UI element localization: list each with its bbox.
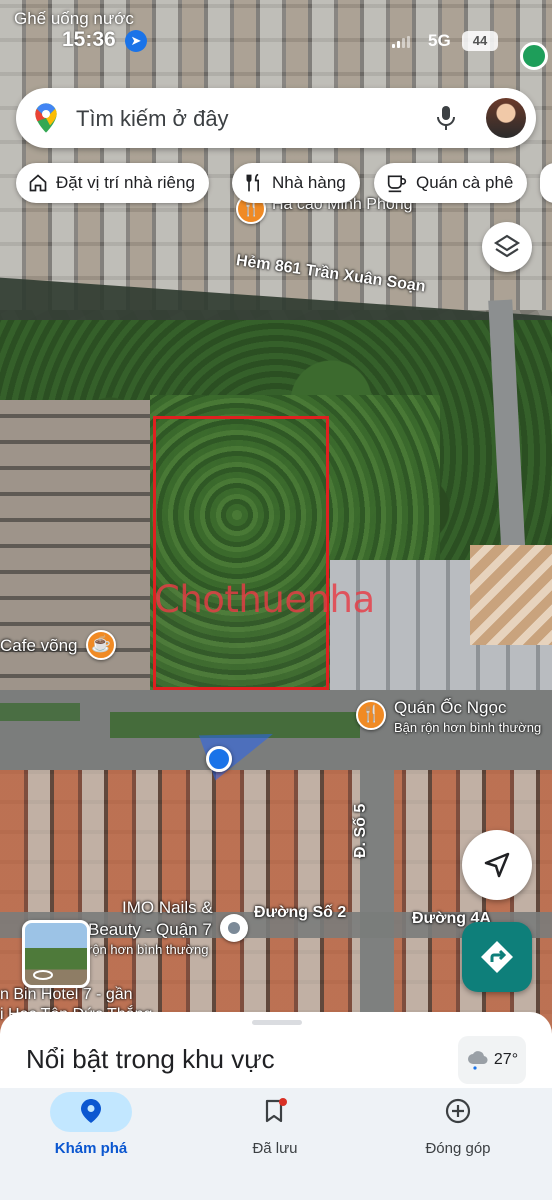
navigation-arrow-icon	[484, 852, 510, 878]
nav-explore-label: Khám phá	[54, 1140, 128, 1157]
my-location-button[interactable]	[462, 830, 532, 900]
bookmark-icon	[265, 1098, 287, 1123]
poi-green-dot-icon[interactable]	[520, 42, 548, 70]
pin-icon	[81, 1099, 101, 1123]
search-bar[interactable]: Tìm kiếm ở đây	[16, 88, 536, 148]
fork-knife-icon	[246, 173, 259, 192]
chip-label: Nhà hàng	[272, 173, 346, 192]
my-location-dot	[206, 746, 232, 772]
nav-saved-label: Đã lưu	[252, 1140, 298, 1157]
status-time: 15:36	[62, 28, 116, 51]
nails-label-line1[interactable]: IMO Nails &	[122, 898, 213, 918]
marked-lot-outline	[153, 416, 329, 690]
weather-chip[interactable]: 27°	[458, 1036, 526, 1084]
directions-icon	[481, 941, 513, 973]
nails-pin-icon[interactable]	[220, 914, 248, 942]
weather-temp: 27°	[493, 1051, 519, 1068]
restaurant-pin-icon[interactable]: 🍴	[356, 700, 386, 730]
cloud-rain-icon	[467, 1051, 488, 1070]
hotel-label-line1[interactable]: n Bin Hotel 7 - gần	[0, 986, 133, 1004]
search-input[interactable]: Tìm kiếm ở đây	[76, 106, 229, 132]
chip-label: Quán cà phê	[416, 173, 514, 192]
restaurant-label[interactable]: Quán Ốc Ngọc	[394, 698, 506, 718]
map-median-west	[0, 703, 80, 721]
watermark-text: Chothuenha	[154, 578, 375, 621]
chip-restaurants[interactable]: Nhà hàng	[232, 163, 360, 203]
maps-logo-icon	[35, 103, 57, 133]
restaurant-status: Bận rộn hơn bình thường	[394, 720, 542, 735]
directions-button[interactable]	[462, 922, 532, 992]
street-label-so2: Đường Số 2	[254, 904, 347, 921]
map-label-top-left[interactable]: Ghế uống nước	[14, 9, 134, 29]
cafe-pin-icon[interactable]: ☕	[86, 630, 116, 660]
coffee-icon	[387, 175, 407, 193]
chip-label: Đặt vị trí nhà riêng	[56, 173, 195, 192]
home-icon	[29, 174, 47, 192]
plus-circle-icon	[445, 1098, 471, 1124]
avatar[interactable]	[486, 98, 526, 138]
network-type: 5G	[428, 31, 451, 50]
nav-contribute-label: Đóng góp	[425, 1140, 491, 1157]
battery-indicator: 44	[462, 31, 498, 51]
chip-set-home[interactable]: Đặt vị trí nhà riêng	[16, 163, 209, 203]
layers-button[interactable]	[482, 222, 532, 272]
nails-label-line2[interactable]: Beauty - Quận 7	[88, 920, 212, 940]
map-apartment-tower	[470, 545, 552, 645]
cafe-label[interactable]: Cafe võng	[0, 636, 78, 656]
street-view-thumbnail[interactable]	[22, 920, 90, 988]
street-label-d5: Đ. Số 5	[352, 803, 369, 858]
layers-icon	[493, 234, 521, 258]
sheet-drag-handle[interactable]	[252, 1020, 302, 1025]
chip-cafes[interactable]: Quán cà phê	[374, 163, 528, 203]
signal-icon	[392, 36, 410, 48]
mic-icon[interactable]	[434, 104, 458, 132]
nails-status: rộn hơn bình thường	[88, 942, 209, 957]
sheet-title: Nổi bật trong khu vực	[26, 1044, 275, 1074]
rotate-360-icon	[33, 970, 53, 980]
location-arrow-icon: ➤	[125, 30, 147, 52]
